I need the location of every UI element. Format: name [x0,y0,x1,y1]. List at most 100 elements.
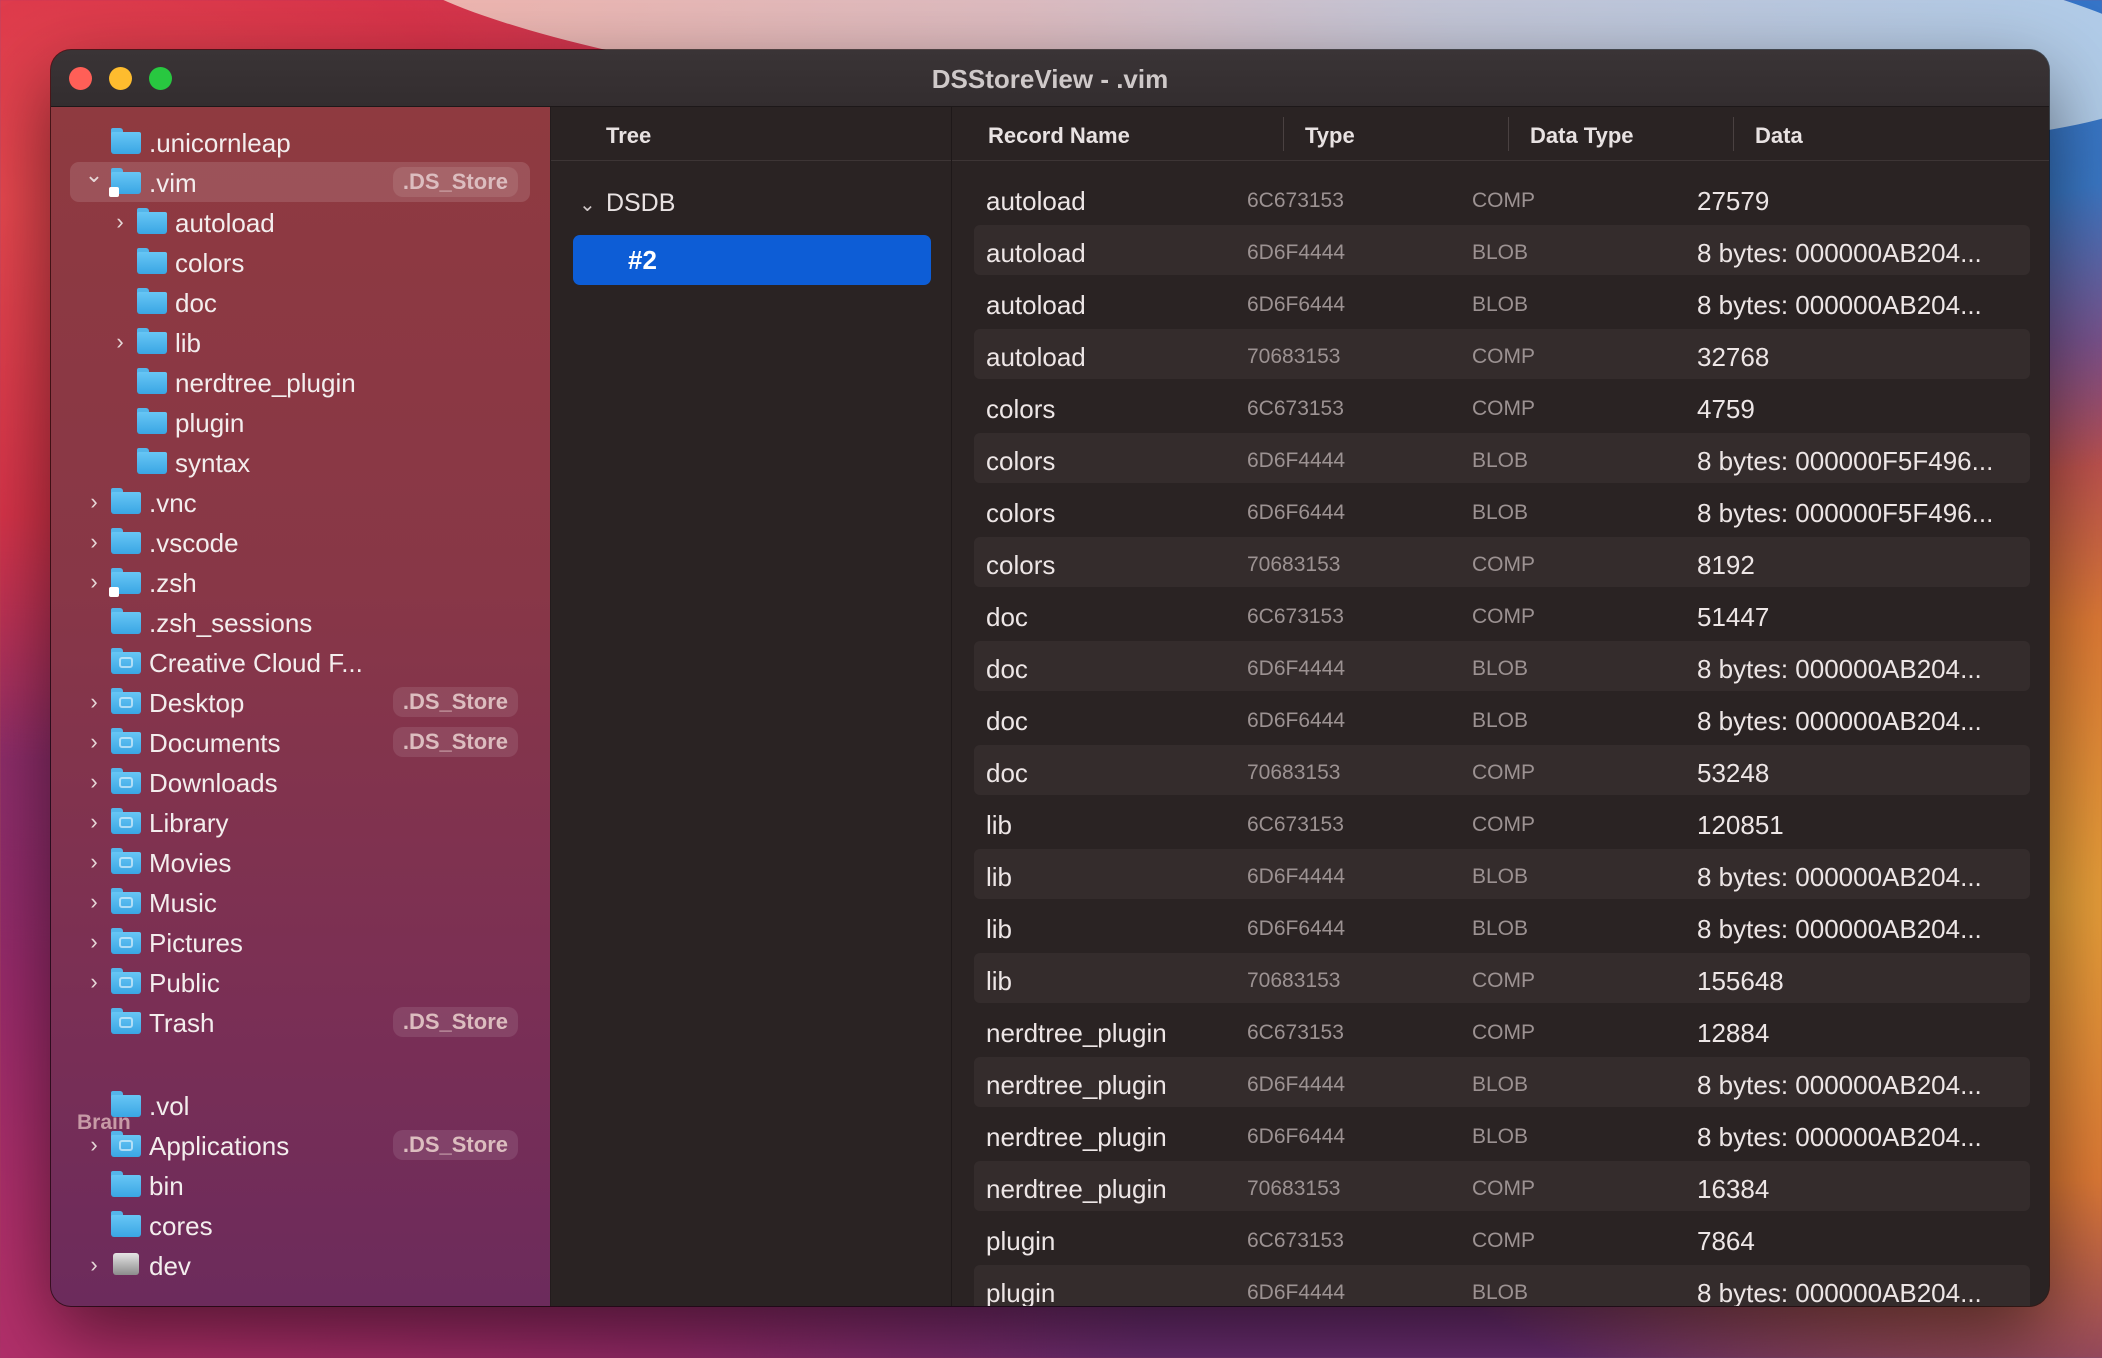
cell-type: 6D6F6444 [1247,917,1346,940]
chevron-right-icon[interactable]: › [84,687,104,717]
column-header-record-name[interactable]: Record Name [988,123,1130,149]
table-row[interactable]: autoload 6C673153 COMP 27579 [974,173,2030,223]
sidebar-item[interactable]: syntax [51,442,550,482]
cell-data: 8 bytes: 000000AB204... [1697,1122,1982,1152]
table-row[interactable]: lib 70683153 COMP 155648 [974,953,2030,1003]
chevron-right-icon[interactable]: › [84,967,104,997]
sidebar-item[interactable]: cores [51,1205,550,1245]
cell-type: 70683153 [1247,553,1341,576]
sidebar-item[interactable]: › autoload [51,202,550,242]
sidebar-item[interactable]: nerdtree_plugin [51,362,550,402]
table-row[interactable]: autoload 6D6F6444 BLOB 8 bytes: 000000AB204… [974,277,2030,327]
chevron-down-icon[interactable]: ⌄ [84,160,104,190]
tree-node-selected[interactable]: #2 [573,235,931,285]
sidebar-item[interactable]: Trash .DS_Store [51,1002,550,1042]
chevron-right-icon[interactable]: › [84,567,104,597]
chevron-right-icon[interactable]: › [110,327,130,357]
cell-record-name: lib [986,810,1013,840]
sidebar-item[interactable]: › Downloads [51,762,550,802]
table-row[interactable]: nerdtree_plugin 6D6F6444 BLOB 8 bytes: 0000… [974,1109,2030,1159]
table-row[interactable]: doc 6D6F4444 BLOB 8 bytes: 000000AB204... [974,641,2030,691]
sidebar-item[interactable]: › .vscode [51,522,550,562]
table-row[interactable]: autoload 70683153 COMP 32768 [974,329,2030,379]
table-row[interactable]: nerdtree_plugin 6C673153 COMP 12884 [974,1005,2030,1055]
table-row[interactable]: colors 6D6F6444 BLOB 8 bytes: 000000F5F496.… [974,485,2030,535]
sidebar-item[interactable]: plugin [51,402,550,442]
table-row[interactable]: lib 6C673153 COMP 120851 [974,797,2030,847]
column-divider[interactable] [1733,117,1734,151]
folder-icon [137,288,167,314]
sidebar-item[interactable]: .vol [51,1085,550,1125]
sidebar-item[interactable]: .unicornleap [51,122,550,162]
sidebar-item[interactable]: › .vnc [51,482,550,522]
app-window: DSStoreView - .vim Brain .unicornleap ⌄ .v… [51,50,2049,1306]
tree-header-label: Tree [606,123,652,148]
chevron-right-icon[interactable]: › [110,207,130,237]
cell-data: 8 bytes: 000000AB204... [1697,862,1982,892]
chevron-right-icon[interactable]: › [84,767,104,797]
chevron-right-icon[interactable]: › [84,527,104,557]
table-row[interactable]: plugin 6C673153 COMP 7864 [974,1213,2030,1263]
table-row[interactable]: plugin 6D6F4444 BLOB 8 bytes: 000000AB204..… [974,1265,2030,1306]
cell-record-name: doc [986,706,1028,736]
sidebar-item-label: syntax [175,448,251,478]
ds-store-badge[interactable]: .DS_Store [392,1130,518,1160]
sidebar-item[interactable]: ⌄ .vim .DS_Store [51,162,550,202]
sidebar-item[interactable]: › Library [51,802,550,842]
sidebar-item[interactable]: › lib [51,322,550,362]
ds-store-badge[interactable]: .DS_Store [392,1007,518,1037]
sidebar-item[interactable]: › Pictures [51,922,550,962]
ds-store-badge[interactable]: .DS_Store [392,727,518,757]
sidebar-item[interactable]: doc [51,282,550,322]
table-row[interactable]: doc 6C673153 COMP 51447 [974,589,2030,639]
cell-data-type: COMP [1472,397,1535,420]
table-row[interactable]: doc 6D6F6444 BLOB 8 bytes: 000000AB204... [974,693,2030,743]
column-header-type[interactable]: Type [1305,123,1355,149]
chevron-right-icon[interactable]: › [84,727,104,757]
chevron-down-icon[interactable]: ⌄ [579,192,599,217]
table-row[interactable]: colors 6D6F4444 BLOB 8 bytes: 000000F5F496.… [974,433,2030,483]
cell-type: 6C673153 [1247,605,1344,628]
cell-data: 32768 [1697,342,1770,372]
chevron-right-icon[interactable]: › [84,1130,104,1160]
sidebar-item[interactable]: › Documents .DS_Store [51,722,550,762]
sidebar-item-label: .vnc [149,488,197,518]
sidebar-item[interactable]: .zsh_sessions [51,602,550,642]
chevron-right-icon[interactable]: › [84,887,104,917]
chevron-right-icon[interactable]: › [84,807,104,837]
sidebar-item[interactable]: colors [51,242,550,282]
sidebar-item[interactable]: › .zsh [51,562,550,602]
ds-store-badge[interactable]: .DS_Store [392,167,518,197]
sidebar-item[interactable]: bin [51,1165,550,1205]
tree-node-dsdb[interactable]: ⌄ DSDB [579,189,675,218]
ds-store-badge[interactable]: .DS_Store [392,687,518,717]
sidebar-item[interactable]: Creative Cloud F... [51,642,550,682]
tree-column-header[interactable]: Tree [551,107,951,161]
cell-data-type: COMP [1472,969,1535,992]
table-row[interactable]: colors 6C673153 COMP 4759 [974,381,2030,431]
sidebar-item[interactable]: › Desktop .DS_Store [51,682,550,722]
sidebar-item[interactable]: › Public [51,962,550,1002]
column-divider[interactable] [1283,117,1284,151]
cell-type: 6D6F4444 [1247,1073,1346,1096]
column-header-data[interactable]: Data [1755,123,1803,149]
table-row[interactable]: nerdtree_plugin 70683153 COMP 16384 [974,1161,2030,1211]
sidebar-item[interactable]: › Applications .DS_Store [51,1125,550,1165]
table-row[interactable]: lib 6D6F6444 BLOB 8 bytes: 000000AB204... [974,901,2030,951]
table-row[interactable]: doc 70683153 COMP 53248 [974,745,2030,795]
column-header-data-type[interactable]: Data Type [1530,123,1634,149]
sidebar-item[interactable]: › dev [51,1245,550,1285]
chevron-right-icon[interactable]: › [84,1250,104,1280]
chevron-right-icon[interactable]: › [84,847,104,877]
table-row[interactable]: colors 70683153 COMP 8192 [974,537,2030,587]
sidebar-item[interactable]: › Movies [51,842,550,882]
column-divider[interactable] [1508,117,1509,151]
table-row[interactable]: nerdtree_plugin 6D6F4444 BLOB 8 bytes: 0000… [974,1057,2030,1107]
title-bar[interactable]: DSStoreView - .vim [51,50,2049,107]
sidebar-item-label: .unicornleap [149,128,291,158]
table-row[interactable]: autoload 6D6F4444 BLOB 8 bytes: 000000AB204… [974,225,2030,275]
chevron-right-icon[interactable]: › [84,927,104,957]
sidebar-item[interactable]: › Music [51,882,550,922]
table-row[interactable]: lib 6D6F4444 BLOB 8 bytes: 000000AB204... [974,849,2030,899]
chevron-right-icon[interactable]: › [84,487,104,517]
